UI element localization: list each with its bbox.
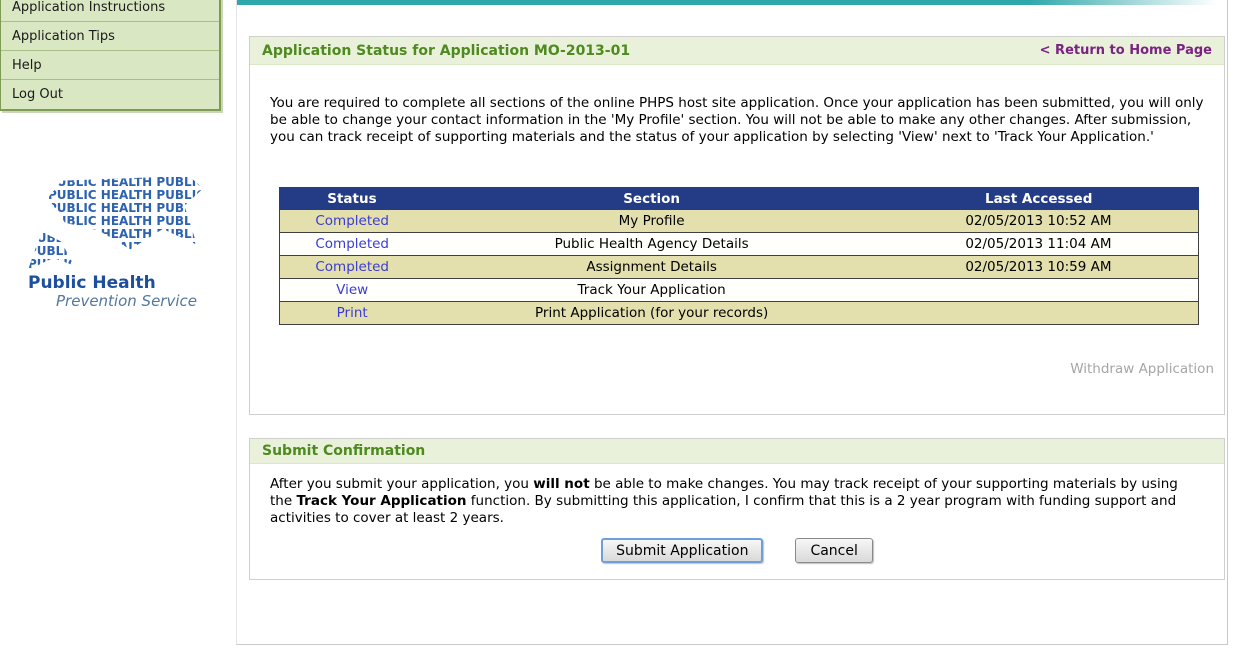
status-link-my-profile[interactable]: Completed	[315, 213, 389, 229]
last-accessed-cell	[879, 302, 1199, 325]
alaska-map-text-shape: PUBLIC HEALTH PUBLIC HEALTH PUBLIC PUBLI…	[28, 232, 74, 270]
table-row: Completed Assignment Details 02/05/2013 …	[280, 256, 1199, 279]
return-home-link[interactable]: < Return to Home Page	[1040, 43, 1212, 58]
column-header-section: Section	[424, 188, 878, 210]
status-link-agency-details[interactable]: Completed	[315, 236, 389, 252]
submit-confirmation-title: Submit Confirmation	[262, 443, 425, 459]
last-accessed-cell: 02/05/2013 11:04 AM	[879, 233, 1199, 256]
page-title: Application Status for Application MO-20…	[262, 43, 630, 59]
last-accessed-cell	[879, 279, 1199, 302]
status-panel-header: Application Status for Application MO-20…	[250, 37, 1224, 65]
sidebar: Application Instructions Application Tip…	[0, 0, 221, 111]
confirmation-text-part: After you submit your application, you	[270, 476, 533, 492]
status-link-assignment-details[interactable]: Completed	[315, 259, 389, 275]
top-accent-bar	[237, 0, 1227, 5]
sidebar-item-log-out[interactable]: Log Out	[1, 80, 219, 109]
withdraw-application-link[interactable]: Withdraw Application	[1070, 361, 1214, 377]
sidebar-item-help[interactable]: Help	[1, 51, 219, 80]
section-cell: Print Application (for your records)	[424, 302, 878, 325]
submit-application-button[interactable]: Submit Application	[601, 538, 763, 563]
main-content: Application Status for Application MO-20…	[236, 0, 1228, 645]
last-accessed-cell: 02/05/2013 10:59 AM	[879, 256, 1199, 279]
us-map-logo: PUBLIC HEALTH PUBLIC HEALTH PUBLIC PUBLI…	[28, 176, 203, 270]
map-text-line: PUBLIC HEALTH PUBLIC HEALTH PUBLIC	[28, 258, 74, 270]
status-table: Status Section Last Accessed Completed M…	[279, 187, 1199, 325]
submit-confirmation-panel: Submit Confirmation After you submit you…	[249, 438, 1225, 580]
map-text-line: PUBLIC HEALTH PUBLIC HEALTH PUBLIC	[48, 241, 203, 254]
sidebar-item-application-tips[interactable]: Application Tips	[1, 22, 219, 51]
section-cell: My Profile	[424, 210, 878, 233]
column-header-last-accessed: Last Accessed	[879, 188, 1199, 210]
confirmation-text-bold: Track Your Application	[296, 493, 466, 509]
last-accessed-cell: 02/05/2013 10:52 AM	[879, 210, 1199, 233]
logo-name: Public Health	[28, 273, 213, 293]
cancel-button[interactable]: Cancel	[795, 538, 872, 563]
section-cell: Assignment Details	[424, 256, 878, 279]
column-header-status: Status	[280, 188, 425, 210]
table-row: View Track Your Application	[280, 279, 1199, 302]
print-link-print-application[interactable]: Print	[337, 305, 368, 321]
confirmation-text-bold: will not	[533, 476, 589, 492]
intro-text: You are required to complete all section…	[270, 95, 1204, 146]
section-cell: Track Your Application	[424, 279, 878, 302]
sidebar-menu: Application Instructions Application Tip…	[0, 0, 221, 111]
section-cell: Public Health Agency Details	[424, 233, 878, 256]
confirmation-text: After you submit your application, you w…	[270, 476, 1204, 527]
sidebar-item-application-instructions[interactable]: Application Instructions	[1, 0, 219, 22]
logo-tagline: Prevention Service	[56, 292, 213, 310]
phps-logo: PUBLIC HEALTH PUBLIC HEALTH PUBLIC PUBLI…	[28, 176, 213, 310]
table-row: Completed Public Health Agency Details 0…	[280, 233, 1199, 256]
submit-panel-header: Submit Confirmation	[250, 439, 1224, 464]
table-row: Completed My Profile 02/05/2013 10:52 AM	[280, 210, 1199, 233]
us-map-text-shape: PUBLIC HEALTH PUBLIC HEALTH PUBLIC PUBLI…	[48, 176, 203, 254]
view-link-track-application[interactable]: View	[336, 282, 368, 298]
application-status-panel: Application Status for Application MO-20…	[249, 36, 1225, 415]
table-row: Print Print Application (for your record…	[280, 302, 1199, 325]
table-header-row: Status Section Last Accessed	[280, 188, 1199, 210]
button-row: Submit Application Cancel	[250, 538, 1224, 563]
